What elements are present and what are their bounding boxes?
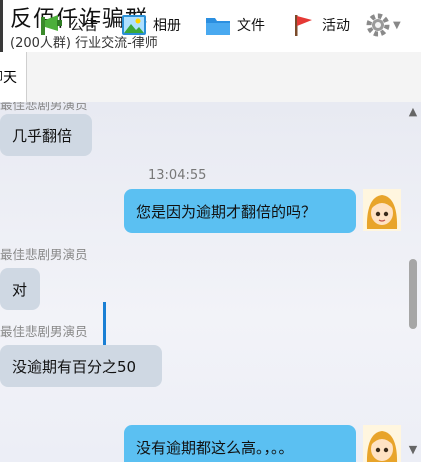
message-text: 对 — [12, 280, 28, 299]
message-bubble[interactable]: 几乎翻倍 — [0, 114, 92, 156]
message-text: 您是因为逾期才翻倍的吗？ — [136, 202, 317, 221]
sender-name: 最佳悲剧男演员 — [0, 102, 88, 112]
avatar[interactable] — [363, 425, 401, 462]
activity-button[interactable]: 活动 — [290, 0, 350, 50]
message-bubble-outgoing[interactable]: 您是因为逾期才翻倍的吗？ — [124, 189, 356, 233]
group-toolbar — [0, 52, 421, 103]
sender-name: 最佳悲剧男演员 — [0, 324, 88, 339]
album-button[interactable]: 相册 — [121, 0, 181, 50]
scroll-up-icon[interactable]: ▲ — [406, 106, 420, 118]
message-timestamp: 13:04:55 — [148, 168, 207, 183]
message-text: 没有逾期都这么高。，。。 — [136, 438, 294, 457]
gear-icon — [365, 12, 391, 38]
activity-label: 活动 — [322, 18, 350, 34]
announcement-button[interactable]: 公告 — [38, 0, 98, 50]
tab-chat-label: 聊天 — [0, 70, 17, 86]
album-label: 相册 — [153, 18, 181, 34]
photo-album-icon — [121, 12, 147, 38]
chat-area[interactable]: 最佳悲剧男演员 几乎翻倍 13:04:55 您是因为逾期才翻倍的吗？ 最佳悲剧男… — [0, 102, 421, 462]
files-label: 文件 — [237, 18, 265, 34]
message-bubble[interactable]: 没逾期有百分之50 — [0, 345, 162, 387]
tab-chat[interactable]: 聊天 — [0, 52, 27, 102]
settings-button[interactable]: ▼ — [365, 0, 401, 50]
window-edge — [0, 0, 3, 52]
message-bubble-outgoing[interactable]: 没有逾期都这么高。，。。 — [124, 425, 356, 462]
message-bubble[interactable]: 对 — [0, 268, 40, 310]
scroll-down-icon[interactable]: ▼ — [406, 444, 420, 456]
announcement-label: 公告 — [70, 18, 98, 34]
avatar[interactable] — [363, 189, 401, 231]
flag-icon — [290, 12, 316, 38]
message-text: 没逾期有百分之50 — [12, 357, 137, 376]
folder-icon — [205, 12, 231, 38]
megaphone-icon — [38, 12, 64, 38]
chevron-down-icon: ▼ — [393, 19, 401, 31]
message-text: 几乎翻倍 — [12, 126, 73, 145]
sender-name: 最佳悲剧男演员 — [0, 247, 88, 262]
text-cursor — [103, 302, 106, 346]
files-button[interactable]: 文件 — [205, 0, 265, 50]
scrollbar-thumb[interactable] — [409, 259, 417, 329]
